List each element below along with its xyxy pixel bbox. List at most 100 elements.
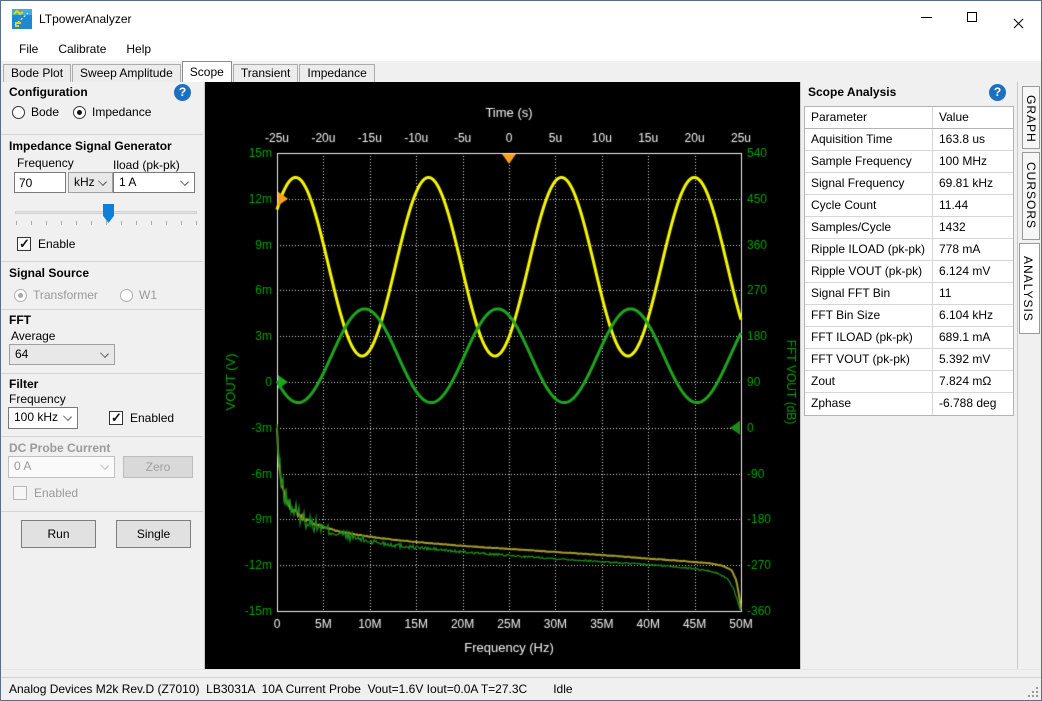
run-button[interactable]: Run — [21, 520, 96, 548]
enable-checkbox-box — [17, 237, 31, 251]
table-row: Cycle Count11.44 — [805, 195, 1013, 217]
zero-button: Zero — [123, 456, 193, 478]
parameter-cell: Sample Frequency — [805, 151, 933, 172]
value-cell: 163.8 us — [933, 129, 1013, 150]
tab-scope[interactable]: Scope — [182, 61, 232, 82]
radio-transformer-label: Transformer — [33, 288, 98, 302]
scope-page: Configuration ? Bode Impedance Impedance… — [1, 82, 1041, 669]
parameter-cell: Signal Frequency — [805, 173, 933, 194]
parameter-cell: Samples/Cycle — [805, 217, 933, 238]
parameter-cell: FFT Bin Size — [805, 305, 933, 326]
maximize-icon — [967, 12, 977, 22]
tab-transient[interactable]: Transient — [233, 64, 299, 82]
dc-probe-dropdown: 0 A — [8, 456, 115, 478]
radio-impedance-label: Impedance — [92, 105, 151, 119]
dc-probe-enabled-label: Enabled — [34, 486, 78, 500]
content-status-divider — [1, 669, 1041, 677]
scope-plot-canvas[interactable] — [205, 82, 800, 669]
table-header-row: Parameter Value — [805, 107, 1013, 129]
radio-bode-circle — [12, 106, 25, 119]
value-cell: 5.392 mV — [933, 349, 1013, 370]
radio-transformer-circle — [14, 289, 27, 302]
analysis-table-body: Aquisition Time163.8 usSample Frequency1… — [805, 129, 1013, 415]
analysis-help-icon[interactable]: ? — [989, 84, 1006, 101]
window-title: LTpowerAnalyzer — [39, 12, 131, 26]
parameter-cell: Ripple ILOAD (pk-pk) — [805, 239, 933, 260]
parameter-cell: FFT VOUT (pk-pk) — [805, 349, 933, 370]
table-row: Samples/Cycle1432 — [805, 217, 1013, 239]
value-cell: 6.124 mV — [933, 261, 1013, 282]
side-tab-strip: GRAPH CURSORS ANALYSIS — [1017, 82, 1041, 669]
table-row: FFT Bin Size6.104 kHz — [805, 305, 1013, 327]
table-row: Aquisition Time163.8 us — [805, 129, 1013, 151]
frequency-label: Frequency — [17, 156, 74, 170]
parameter-cell: Zout — [805, 371, 933, 392]
parameter-cell: Signal FFT Bin — [805, 283, 933, 304]
frequency-input[interactable] — [14, 172, 66, 193]
single-button[interactable]: Single — [116, 520, 191, 548]
tab-sweep-amplitude[interactable]: Sweep Amplitude — [72, 64, 181, 82]
app-icon — [12, 9, 32, 29]
value-cell: 689.1 mA — [933, 327, 1013, 348]
chevron-down-icon — [98, 177, 107, 186]
configuration-title: Configuration — [9, 85, 88, 99]
fft-title: FFT — [9, 313, 31, 327]
menu-calibrate[interactable]: Calibrate — [48, 37, 116, 61]
radio-bode-label: Bode — [31, 105, 59, 119]
iload-value: 1 A — [119, 175, 136, 189]
tab-impedance[interactable]: Impedance — [299, 64, 374, 82]
configuration-help-icon[interactable]: ? — [174, 84, 191, 101]
radio-w1: W1 — [120, 288, 157, 302]
chevron-down-icon — [63, 412, 72, 421]
filter-frequency-value: 100 kHz — [14, 410, 58, 424]
menu-help[interactable]: Help — [116, 37, 161, 61]
status-bar: Analog Devices M2k Rev.D (Z7010) LB3031A… — [1, 677, 1041, 700]
value-cell: 6.104 kHz — [933, 305, 1013, 326]
side-tab-analysis[interactable]: ANALYSIS — [1019, 243, 1040, 334]
analysis-title: Scope Analysis — [808, 85, 896, 99]
enable-checkbox-label: Enable — [38, 237, 75, 251]
menu-file[interactable]: File — [9, 37, 48, 61]
iload-dropdown[interactable]: 1 A — [113, 172, 195, 193]
resize-grip[interactable] — [1026, 685, 1038, 697]
app-window: LTpowerAnalyzer File Calibrate Help Bode… — [0, 0, 1042, 701]
table-row: Signal FFT Bin11 — [805, 283, 1013, 305]
table-row: Ripple ILOAD (pk-pk)778 mA — [805, 239, 1013, 261]
average-value: 64 — [15, 347, 28, 361]
close-icon — [1012, 17, 1025, 30]
parameter-cell: Zphase — [805, 393, 933, 415]
frequency-unit-dropdown[interactable]: kHz — [68, 172, 113, 193]
radio-bode[interactable]: Bode — [12, 105, 59, 119]
close-button[interactable] — [995, 1, 1041, 33]
iload-label: Iload (pk-pk) — [113, 158, 180, 172]
table-row: Ripple VOUT (pk-pk)6.124 mV — [805, 261, 1013, 283]
tab-bode-plot[interactable]: Bode Plot — [3, 64, 71, 82]
tab-strip: Bode Plot Sweep Amplitude Scope Transien… — [1, 61, 1041, 82]
minimize-button[interactable] — [903, 1, 949, 33]
frequency-slider-ticks — [16, 221, 198, 225]
device-status-text: Analog Devices M2k Rev.D (Z7010) LB3031A… — [9, 682, 527, 696]
value-cell: 11 — [933, 283, 1013, 304]
filter-frequency-dropdown[interactable]: 100 kHz — [8, 407, 78, 429]
table-row: FFT ILOAD (pk-pk)689.1 mA — [805, 327, 1013, 349]
frequency-unit-value: kHz — [74, 175, 95, 189]
enable-checkbox[interactable]: Enable — [17, 237, 75, 251]
value-cell: -6.788 deg — [933, 393, 1013, 415]
side-tab-cursors[interactable]: CURSORS — [1022, 152, 1040, 240]
dc-probe-title: DC Probe Current — [9, 441, 110, 455]
maximize-button[interactable] — [949, 1, 995, 33]
parameter-cell: Cycle Count — [805, 195, 933, 216]
minimize-icon — [921, 17, 932, 18]
side-tab-graph[interactable]: GRAPH — [1022, 86, 1040, 149]
parameter-cell: FFT ILOAD (pk-pk) — [805, 327, 933, 348]
filter-title: Filter — [9, 377, 38, 391]
analysis-panel: Scope Analysis ? Parameter Value Aquisit… — [800, 82, 1017, 669]
signal-source-title: Signal Source — [9, 266, 89, 280]
filter-enabled-checkbox[interactable]: Enabled — [109, 411, 174, 425]
run-state-text: Idle — [553, 682, 572, 696]
value-cell: 7.824 mΩ — [933, 371, 1013, 392]
value-cell: 11.44 — [933, 195, 1013, 216]
radio-transformer: Transformer — [14, 288, 98, 302]
average-dropdown[interactable]: 64 — [9, 344, 115, 365]
radio-impedance[interactable]: Impedance — [73, 105, 151, 119]
